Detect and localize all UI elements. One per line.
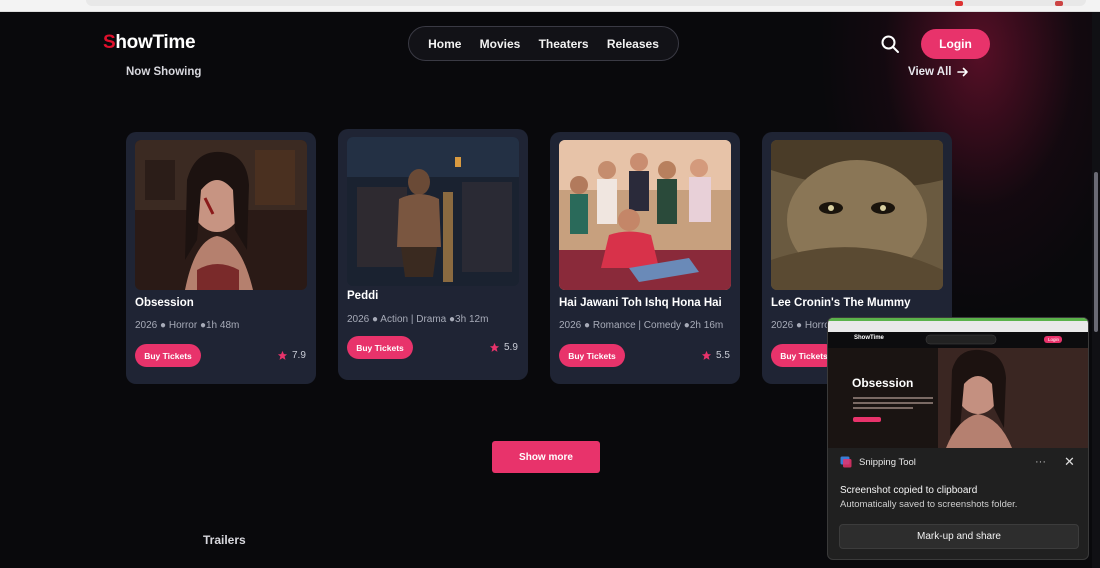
buy-tickets-button[interactable]: Buy Tickets [347, 336, 413, 359]
screenshot-preview[interactable]: ShowTime Login Obsession [828, 318, 1088, 448]
toast-app-row: Snipping Tool [840, 456, 916, 468]
nav-item-home[interactable]: Home [428, 37, 461, 51]
movie-title[interactable]: Obsession [135, 297, 194, 309]
logo-text: howTime [115, 32, 196, 53]
rating-value: 5.9 [504, 342, 518, 353]
movie-rating: 7.9 [277, 350, 306, 361]
movie-rating: 5.9 [489, 342, 518, 353]
trailers-heading: Trailers [203, 533, 246, 547]
buy-tickets-button[interactable]: Buy Tickets [559, 344, 625, 367]
toast-message: Screenshot copied to clipboard [840, 485, 978, 496]
nav-item-releases[interactable]: Releases [607, 37, 659, 51]
movie-poster[interactable] [135, 140, 307, 290]
star-icon [277, 350, 288, 360]
logo-initial: S [103, 32, 116, 53]
browser-tab-strip [0, 0, 1100, 12]
movie-meta: 2026 ● Romance | Comedy ●2h 16m [559, 320, 724, 331]
movie-card[interactable]: Obsession 2026 ● Horror ●1h 48m Buy Tick… [126, 132, 316, 384]
movie-rating: 5.5 [701, 350, 730, 361]
rating-value: 5.5 [716, 350, 730, 361]
view-all-label: View All [908, 66, 952, 78]
page-scrollbar[interactable] [1092, 12, 1100, 568]
movie-poster[interactable] [559, 140, 731, 290]
address-bar[interactable] [86, 0, 1086, 6]
star-icon [489, 342, 500, 352]
movie-card[interactable]: Peddi 2026 ● Action | Drama ●3h 12m Buy … [338, 129, 528, 380]
snipping-tool-icon [840, 456, 852, 468]
movie-meta: 2026 ● Horror ●1h 48m [135, 320, 240, 331]
movie-title[interactable]: Hai Jawani Toh Ishq Hona Hai [559, 297, 722, 309]
movie-card[interactable]: Hai Jawani Toh Ishq Hona Hai 2026 ● Roma… [550, 132, 740, 384]
more-icon[interactable]: ··· [1035, 456, 1046, 468]
preview-title: Obsession [852, 376, 914, 390]
view-all-link[interactable]: View All [908, 66, 969, 78]
toast-app-name: Snipping Tool [859, 456, 916, 468]
nav-item-movies[interactable]: Movies [480, 37, 521, 51]
snipping-tool-notification[interactable]: ShowTime Login Obsession Snipping Tool ·… [827, 317, 1089, 560]
search-icon[interactable] [880, 34, 900, 54]
site-logo[interactable]: ShowTime [103, 32, 196, 54]
main-nav: Home Movies Theaters Releases [408, 26, 679, 61]
preview-login: Login [1048, 336, 1060, 342]
movie-title[interactable]: Lee Cronin's The Mummy [771, 297, 910, 309]
preview-logo: ShowTime [854, 335, 884, 341]
login-button[interactable]: Login [921, 29, 990, 59]
browser-extension-icon[interactable] [955, 1, 963, 6]
section-title: Now Showing [126, 66, 202, 78]
nav-item-theaters[interactable]: Theaters [539, 37, 589, 51]
scrollbar-thumb[interactable] [1094, 172, 1098, 332]
movie-title[interactable]: Peddi [347, 290, 378, 302]
star-icon [701, 350, 712, 360]
arrow-right-icon [957, 67, 969, 77]
close-icon[interactable]: ✕ [1064, 454, 1075, 470]
browser-profile-icon[interactable] [1055, 1, 1063, 6]
movie-meta: 2026 ● Horror [771, 320, 834, 331]
toast-sub-message: Automatically saved to screenshots folde… [840, 499, 1018, 510]
show-more-button[interactable]: Show more [492, 441, 600, 473]
rating-value: 7.9 [292, 350, 306, 361]
buy-tickets-button[interactable]: Buy Tickets [135, 344, 201, 367]
markup-and-share-button[interactable]: Mark-up and share [839, 524, 1079, 549]
movie-poster[interactable] [347, 137, 519, 286]
movie-poster[interactable] [771, 140, 943, 290]
movie-meta: 2026 ● Action | Drama ●3h 12m [347, 314, 489, 325]
